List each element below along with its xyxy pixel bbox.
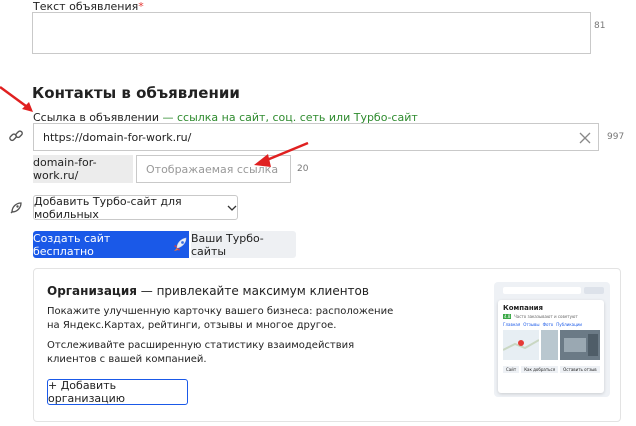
- chevron-down-icon: [227, 205, 237, 211]
- annotation-arrow-right: [254, 141, 309, 167]
- preview-photo-image: [560, 330, 600, 360]
- my-turbo-sites-button[interactable]: Ваши Турбо-сайты: [191, 231, 296, 258]
- turbo-dropdown-label: Добавить Турбо-сайт для мобильных: [34, 194, 182, 221]
- organization-description: Покажите улучшенную карточку вашего бизн…: [47, 306, 394, 331]
- preview-search-bar: [503, 287, 581, 294]
- link-icon: [8, 128, 24, 144]
- preview-tab: Отзывы: [523, 322, 540, 327]
- preview-company-name: Компания: [503, 304, 544, 312]
- preview-rating: 4.8: [503, 314, 512, 319]
- preview-actions: Сайт Как добраться Оставить отзыв: [503, 366, 600, 373]
- link-counter: 997: [607, 132, 625, 142]
- preview-status: Часто заказывают и советуют: [514, 314, 578, 319]
- contacts-heading: Контакты в объявлении: [32, 84, 240, 102]
- display-link-prefix: domain-for-work.ru/: [33, 155, 133, 183]
- preview-action: Как добраться: [521, 366, 559, 373]
- preview-tab: Главная: [503, 322, 521, 327]
- create-site-label: Создать сайт бесплатно: [33, 231, 111, 258]
- create-site-button[interactable]: Создать сайт бесплатно: [33, 231, 189, 258]
- organization-title: Организация — привлекайте максимум клиен…: [47, 284, 369, 298]
- ad-text-textarea[interactable]: [32, 12, 591, 54]
- preview-photo-image: [541, 330, 558, 360]
- add-organization-button[interactable]: + Добавить организацию: [47, 379, 188, 405]
- preview-action: Оставить отзыв: [560, 366, 600, 373]
- rocket-icon: [8, 200, 24, 216]
- preview-action: Сайт: [503, 366, 520, 373]
- link-input-value: https://domain-for-work.ru/: [43, 130, 192, 144]
- preview-tab: Публикации: [556, 322, 583, 327]
- link-input[interactable]: https://domain-for-work.ru/: [33, 123, 599, 151]
- preview-map-image: [502, 330, 540, 360]
- clear-icon[interactable]: [578, 130, 592, 144]
- preview-tab: Фото: [542, 322, 554, 327]
- turbo-site-dropdown[interactable]: Добавить Турбо-сайт для мобильных: [33, 194, 238, 221]
- my-turbo-sites-label: Ваши Турбо-сайты: [191, 231, 264, 258]
- ad-text-counter: 81: [594, 21, 606, 31]
- annotation-arrow-left: [0, 85, 33, 112]
- organization-stats-text: Отслеживайте расширенную статистику взаи…: [47, 340, 355, 365]
- preview-tabs: Главная Отзывы Фото Публикации: [503, 322, 582, 327]
- rocket-launch-icon: [171, 236, 189, 254]
- preview-search-button: [584, 287, 604, 294]
